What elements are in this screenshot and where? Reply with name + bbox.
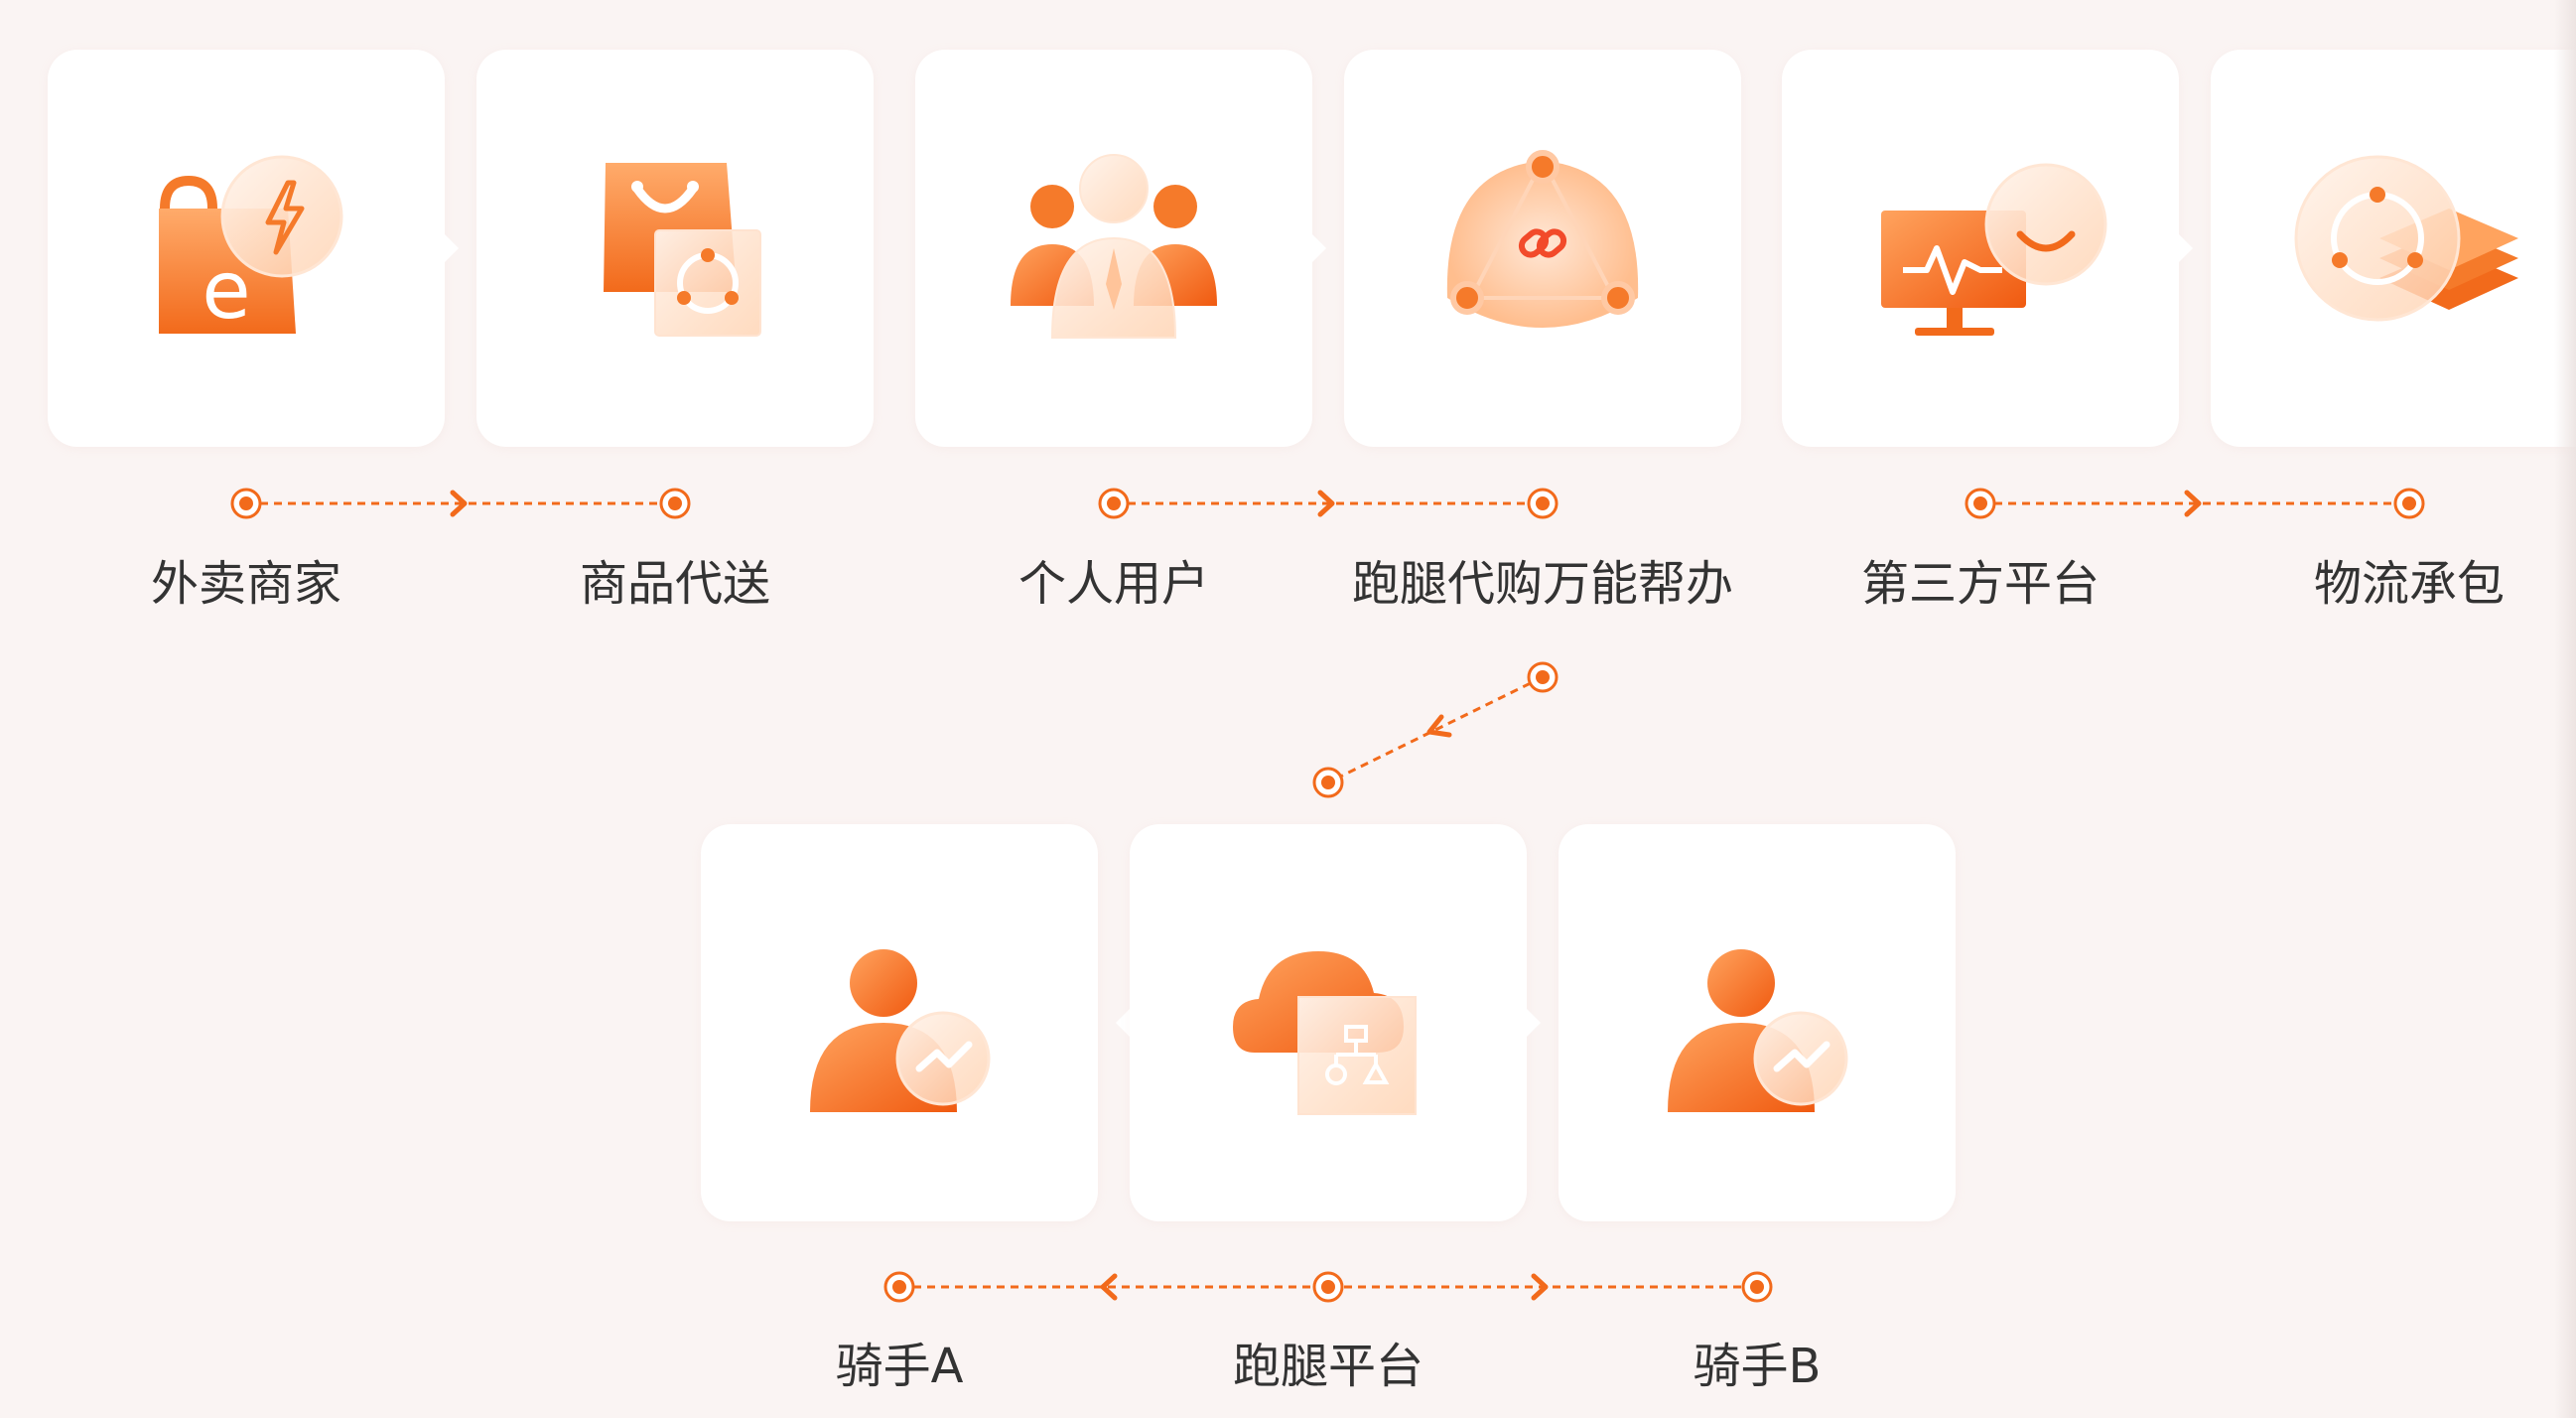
- edge-shadow: [2554, 0, 2576, 1418]
- label-rider-a: 骑手A: [835, 1339, 964, 1394]
- label-third-party-platform: 第三方平台: [1860, 556, 2100, 612]
- label-goods-delivery: 商品代送: [579, 556, 770, 612]
- connector-line: [1327, 675, 1544, 784]
- arrow-down-left-icon: [1426, 714, 1452, 738]
- label-errand-platform: 跑腿平台: [1232, 1339, 1424, 1394]
- flow-connectors: [230, 488, 2425, 1303]
- label-individual-user: 个人用户: [1017, 556, 1209, 612]
- label-takeout-merchant: 外卖商家: [150, 556, 341, 612]
- label-logistics-contract: 物流承包: [2313, 556, 2505, 612]
- label-rider-b: 骑手B: [1693, 1339, 1822, 1394]
- label-errand-service: 跑腿代购万能帮办: [1351, 556, 1733, 612]
